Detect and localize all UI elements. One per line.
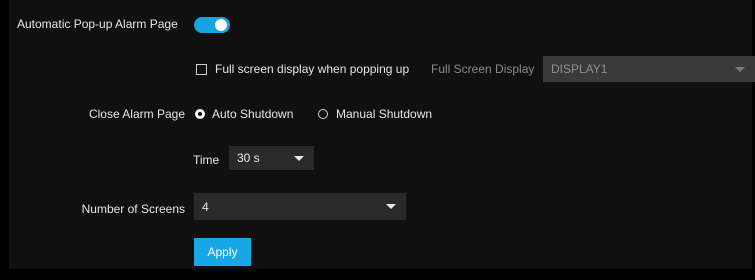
screens-label: Number of Screens bbox=[81, 202, 185, 216]
fullscreen-display-value: DISPLAY1 bbox=[551, 62, 608, 76]
radio-auto-shutdown[interactable] bbox=[195, 109, 205, 119]
alarm-settings-panel: Automatic Pop-up Alarm Page Full screen … bbox=[9, 0, 755, 269]
time-select[interactable]: 30 s bbox=[229, 146, 314, 170]
apply-button[interactable]: Apply bbox=[194, 238, 251, 266]
chevron-down-icon bbox=[735, 67, 745, 72]
toggle-knob bbox=[215, 19, 227, 31]
popup-label: Automatic Pop-up Alarm Page bbox=[17, 17, 178, 31]
auto-shutdown-label: Auto Shutdown bbox=[212, 107, 294, 121]
chevron-down-icon bbox=[294, 156, 304, 161]
radio-manual-shutdown[interactable] bbox=[318, 109, 328, 119]
manual-shutdown-label: Manual Shutdown bbox=[336, 107, 433, 121]
fullscreen-checkbox[interactable] bbox=[196, 64, 207, 75]
fullscreen-display-select[interactable]: DISPLAY1 bbox=[543, 56, 755, 82]
fullscreen-display-label: Full Screen Display bbox=[431, 62, 535, 76]
time-value: 30 s bbox=[237, 151, 260, 165]
time-label: Time bbox=[193, 153, 220, 167]
fullscreen-checkbox-label: Full screen display when popping up bbox=[215, 62, 410, 76]
screens-select[interactable]: 4 bbox=[194, 193, 406, 220]
popup-toggle[interactable] bbox=[194, 17, 230, 33]
chevron-down-icon bbox=[386, 204, 396, 209]
close-alarm-label: Close Alarm Page bbox=[88, 107, 185, 121]
screens-value: 4 bbox=[202, 199, 209, 214]
